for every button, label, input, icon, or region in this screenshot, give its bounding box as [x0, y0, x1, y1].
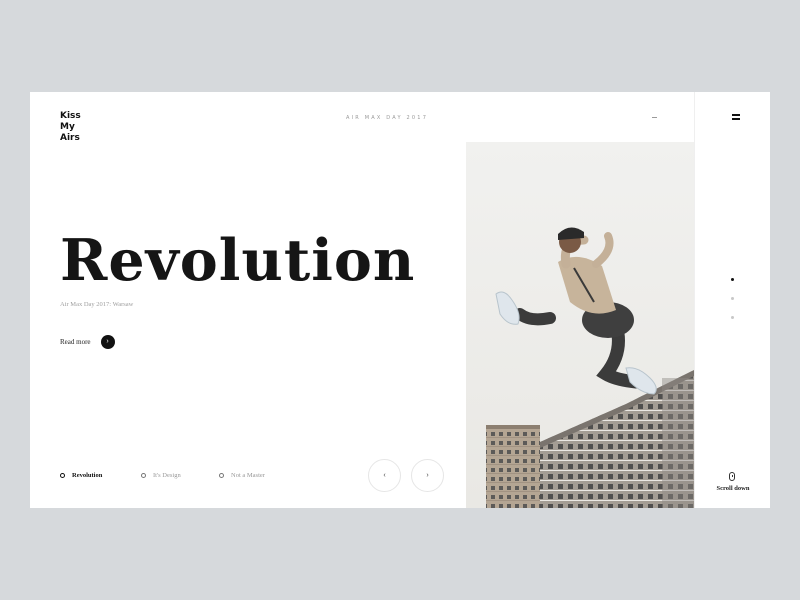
scroll-down-link[interactable]: Scroll down — [695, 485, 771, 492]
next-slide-button[interactable]: › — [411, 459, 444, 492]
hero-photo — [466, 142, 694, 508]
brand-line-1: Kiss — [60, 111, 81, 121]
pagination-dot-1[interactable] — [731, 278, 734, 281]
circle-icon — [219, 473, 224, 478]
read-more-label: Read more — [60, 338, 91, 346]
brand-logo[interactable]: Kiss My Airs — [60, 111, 81, 144]
read-more-link[interactable]: Read more › — [60, 335, 115, 349]
tab-revolution[interactable]: Revolution — [60, 472, 102, 479]
chevron-left-icon: ‹ — [383, 472, 386, 479]
hero-headline: Revolution — [60, 227, 416, 294]
arrow-right-icon[interactable]: › — [100, 335, 115, 349]
landing-card: Kiss My Airs AIR MAX DAY 2017 Revolution… — [30, 92, 770, 508]
mouse-icon — [729, 472, 735, 481]
brand-line-3: Airs — [60, 133, 80, 143]
tab-label: Not a Master — [231, 472, 265, 479]
hamburger-icon[interactable] — [732, 114, 740, 120]
tab-label: It's Design — [153, 472, 181, 479]
pagination-dot-3[interactable] — [731, 316, 734, 319]
header-dash — [652, 117, 657, 118]
header-title: AIR MAX DAY 2017 — [346, 115, 429, 121]
hero-image — [466, 142, 694, 508]
prev-slide-button[interactable]: ‹ — [368, 459, 401, 492]
tab-its-design[interactable]: It's Design — [141, 472, 181, 479]
brand-line-2: My — [60, 122, 75, 132]
circle-icon — [141, 473, 146, 478]
hero-subtitle: Air Max Day 2017: Warsaw — [60, 301, 134, 308]
side-panel: Scroll down — [694, 92, 771, 508]
circle-icon — [60, 473, 65, 478]
tab-not-a-master[interactable]: Not a Master — [219, 472, 265, 479]
tab-label: Revolution — [72, 472, 103, 479]
chevron-right-icon: › — [426, 472, 429, 479]
pagination-dot-2[interactable] — [731, 297, 734, 300]
